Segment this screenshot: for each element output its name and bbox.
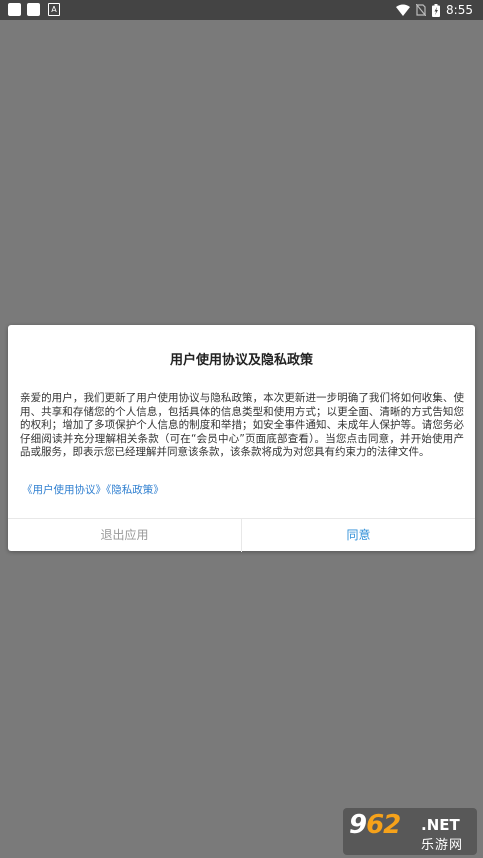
privacy-dialog: 用户使用协议及隐私政策 亲爱的用户，我们更新了用户使用协议与隐私政策，本次更新进…: [8, 325, 475, 552]
exit-app-button[interactable]: 退出应用: [8, 519, 242, 552]
dialog-body-text: 亲爱的用户，我们更新了用户使用协议与隐私政策，本次更新进一步明确了我们将如何收集…: [20, 392, 464, 459]
agreement-links: 《用户使用协议》《隐私政策》: [22, 482, 164, 497]
dialog-footer: 退出应用 同意: [8, 518, 475, 552]
clock: 8:55: [446, 3, 473, 17]
privacy-policy-link[interactable]: 《隐私政策》: [106, 484, 164, 496]
no-sim-icon: [416, 4, 427, 16]
status-bar: A 8:55: [0, 0, 483, 20]
status-bar-right: 8:55: [396, 2, 473, 18]
user-agreement-link[interactable]: 《用户使用协议》: [22, 484, 106, 496]
watermark-subtitle: 乐游网: [421, 838, 464, 853]
status-bar-left: A: [8, 3, 60, 16]
a-icon: A: [48, 3, 60, 16]
watermark-net: .NET: [421, 816, 460, 834]
notification-icon: [27, 3, 40, 16]
notification-icon: [8, 3, 21, 16]
wifi-icon: [396, 4, 411, 16]
dialog-title: 用户使用协议及隐私政策: [169, 353, 313, 368]
watermark-brand: 962: [349, 810, 401, 840]
battery-icon: [432, 3, 441, 17]
agree-button[interactable]: 同意: [242, 519, 475, 552]
watermark-logo: 962 .NET 乐游网: [343, 808, 477, 855]
